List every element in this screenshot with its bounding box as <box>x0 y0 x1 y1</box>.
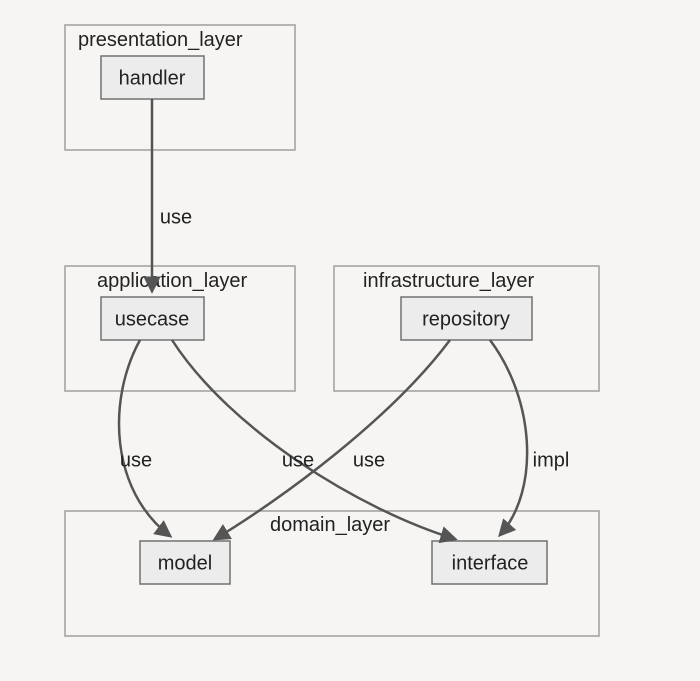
edge-handler-usecase-label: use <box>160 206 192 228</box>
layer-domain: domain_layer model interface <box>65 511 599 636</box>
architecture-diagram: presentation_layer handler application_l… <box>0 0 700 681</box>
layer-infrastructure: infrastructure_layer repository <box>334 266 599 391</box>
edge-repository-interface-label: impl <box>533 449 570 471</box>
node-interface: interface <box>432 541 547 584</box>
edge-usecase-interface-label: use <box>282 449 314 471</box>
node-interface-label: interface <box>452 552 529 574</box>
node-repository: repository <box>401 297 532 340</box>
layer-domain-title: domain_layer <box>270 514 390 536</box>
node-model: model <box>140 541 230 584</box>
layer-application-title: application_layer <box>97 270 247 292</box>
layer-application: application_layer usecase <box>65 266 295 391</box>
node-usecase-label: usecase <box>115 308 190 330</box>
layer-presentation: presentation_layer handler <box>65 25 295 150</box>
edge-usecase-model-label: use <box>120 449 152 471</box>
node-model-label: model <box>158 552 212 574</box>
node-repository-label: repository <box>422 308 510 330</box>
node-handler: handler <box>101 56 204 99</box>
node-usecase: usecase <box>101 297 204 340</box>
node-handler-label: handler <box>119 67 186 89</box>
edge-repository-model-label: use <box>353 449 385 471</box>
layer-infrastructure-title: infrastructure_layer <box>363 270 535 292</box>
layer-presentation-title: presentation_layer <box>78 29 243 51</box>
